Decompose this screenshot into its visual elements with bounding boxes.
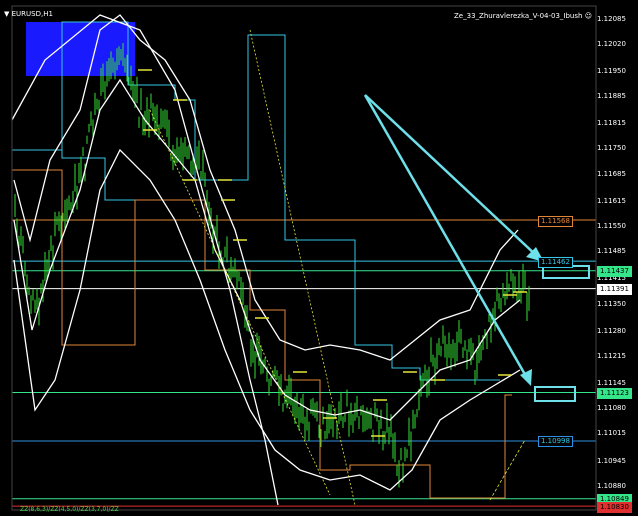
outer-band-line <box>11 14 279 506</box>
price-tick: 1.11145 <box>597 379 626 387</box>
target-box <box>534 386 576 402</box>
price-tick: 1.11685 <box>597 169 626 178</box>
price-level-tag: 1.11568 <box>538 215 573 227</box>
price-level-tag: 1.11437 <box>597 266 632 278</box>
price-tick: 1.12085 <box>597 14 626 23</box>
price-tick: 1.12020 <box>597 39 626 48</box>
cyan-step-line <box>12 149 140 201</box>
yellow-dashed-line <box>249 29 356 506</box>
arrowhead <box>520 369 532 386</box>
chart-window[interactable]: ▼ EURUSD,H1 Ze_33_Zhuravlerezka_V-04-03_… <box>0 0 638 516</box>
price-tick: 1.11080 <box>597 404 626 413</box>
target-box <box>542 265 590 279</box>
price-level-tag: 1.10830 <box>597 501 632 513</box>
footer-label: ZZ(8,6,3)/ZZ(4,5,0)/ZZ(3,7,0)/ZZ <box>20 506 119 513</box>
price-tick: 1.11615 <box>597 196 626 205</box>
indicator-name: Ze_33_Zhuravlerezka_V-04-03_Ibush <box>454 12 583 20</box>
triangle-down-icon[interactable]: ▼ <box>4 10 9 18</box>
smiley-icon[interactable]: ☺ <box>585 12 592 20</box>
price-level-tag: 1.11462 <box>538 256 573 268</box>
price-tick: 1.10945 <box>597 456 626 465</box>
cyan-step-line <box>61 21 500 381</box>
symbol-label: ▼ EURUSD,H1 <box>4 10 53 18</box>
symbol-text: EURUSD,H1 <box>11 10 53 18</box>
price-tick: 1.11815 <box>597 119 626 128</box>
price-tick: 1.11350 <box>597 299 626 308</box>
yellow-dashed-line <box>489 439 526 501</box>
price-tick: 1.11885 <box>597 92 626 101</box>
band-line <box>13 78 521 421</box>
price-tick: 1.10880 <box>597 481 626 490</box>
indicator-label: Ze_33_Zhuravlerezka_V-04-03_Ibush ☺ <box>454 12 592 20</box>
price-tick: 1.11950 <box>597 66 626 75</box>
price-level-tag: 1.11391 <box>597 284 632 296</box>
price-tick: 1.11485 <box>597 247 626 256</box>
arrow-line <box>364 94 539 258</box>
price-tick: 1.11215 <box>597 351 626 360</box>
yellow-dashed-line <box>149 109 331 496</box>
price-tick: 1.11750 <box>597 144 626 153</box>
price-level-tag: 1.11123 <box>597 388 632 400</box>
plot-frame <box>11 5 597 511</box>
price-tick: 1.11015 <box>597 429 626 438</box>
arrow-line <box>363 94 529 379</box>
price-tick: 1.11550 <box>597 221 626 230</box>
price-tick: 1.11280 <box>597 326 626 335</box>
price-level-tag: 1.10998 <box>538 436 573 448</box>
